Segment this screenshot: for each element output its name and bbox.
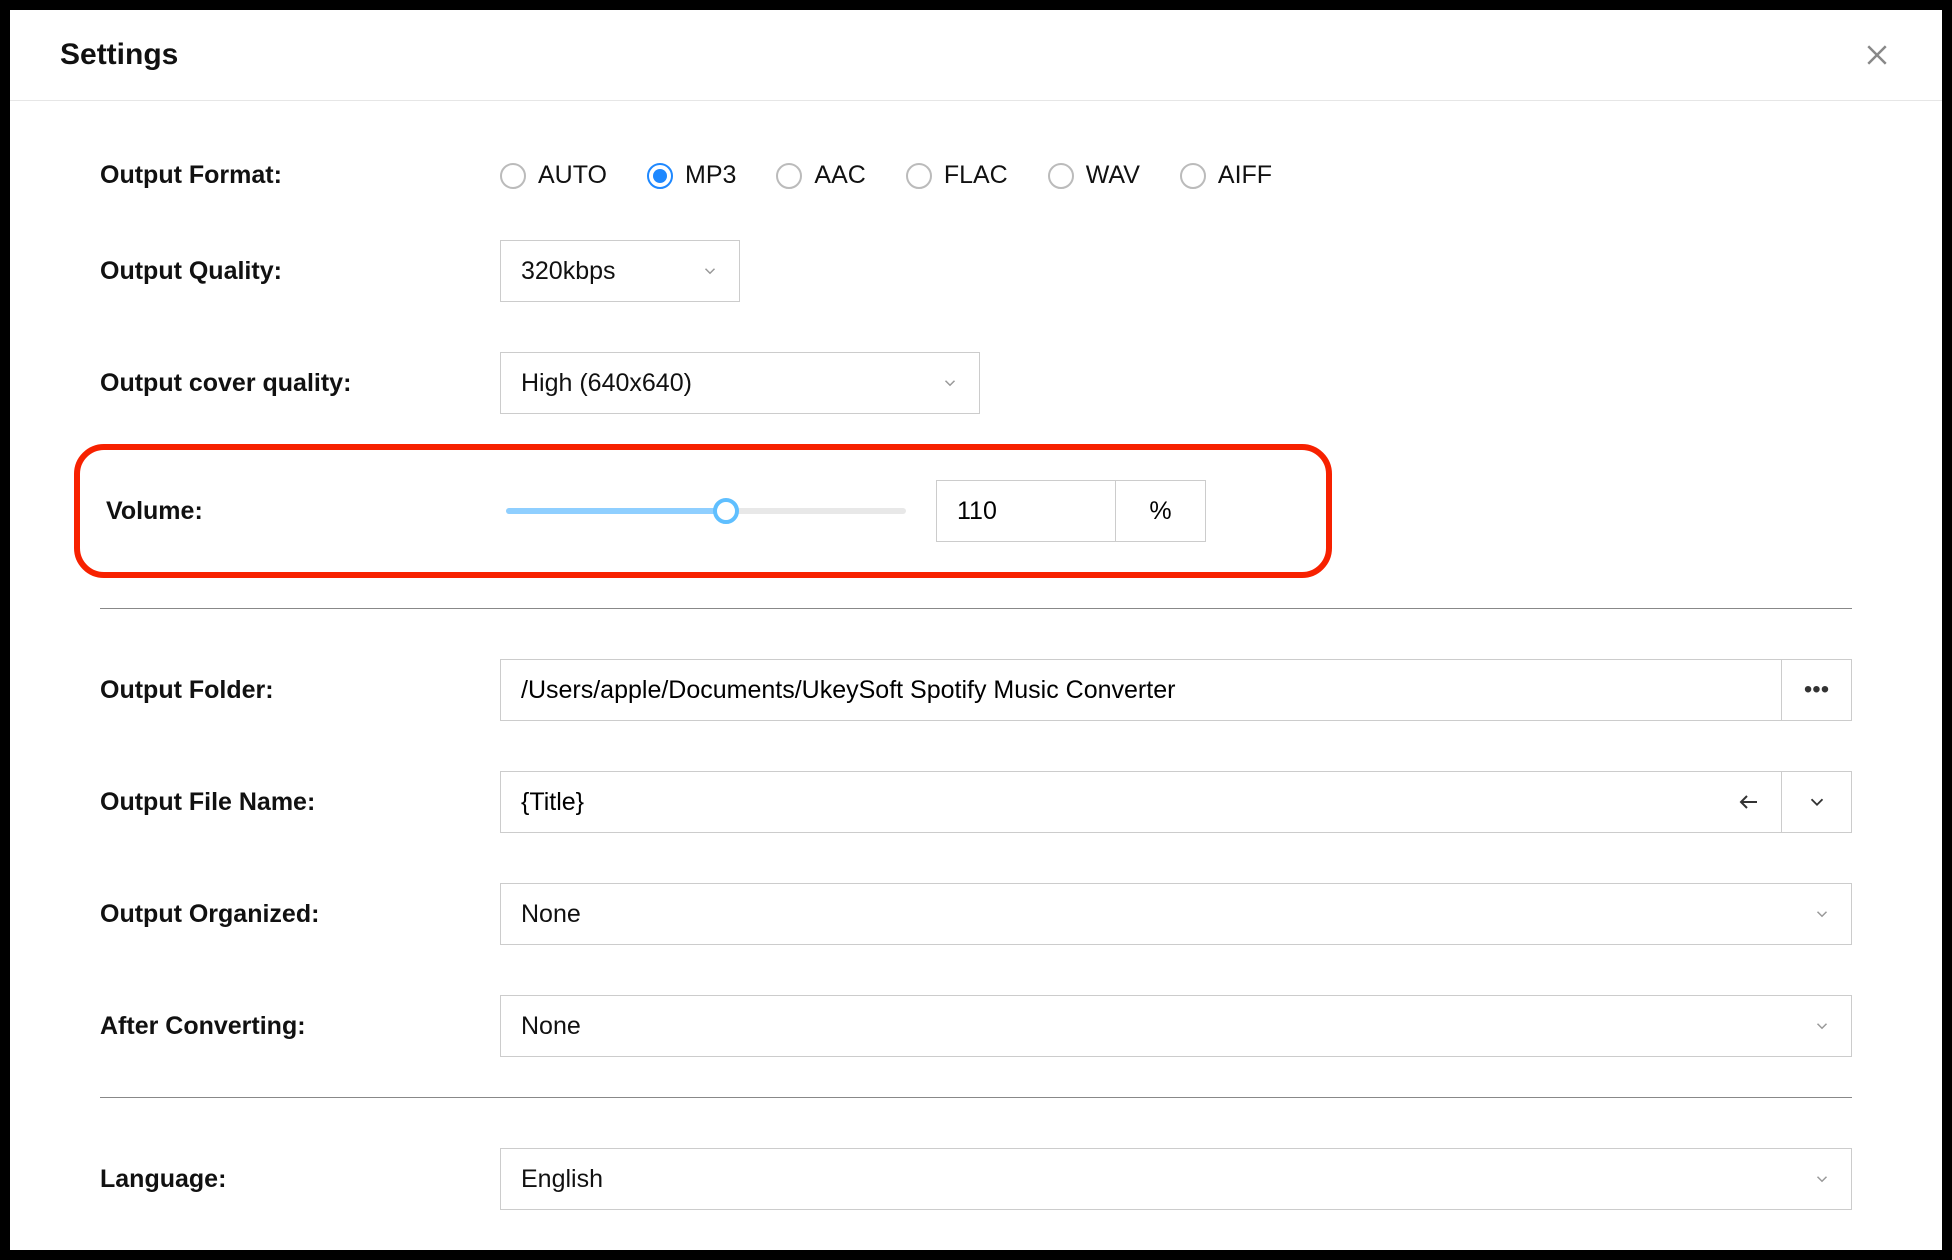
chevron-down-icon	[701, 262, 719, 280]
ellipsis-icon: •••	[1804, 676, 1829, 704]
browse-folder-button[interactable]: •••	[1782, 659, 1852, 721]
chevron-down-icon	[1806, 791, 1828, 813]
chevron-down-icon	[941, 374, 959, 392]
row-output-organized: Output Organized: None	[100, 883, 1852, 945]
radio-flac[interactable]: FLAC	[906, 161, 1008, 190]
content: Output Format: AUTO MP3 AAC FLAC	[10, 101, 1942, 1210]
radio-label: AAC	[814, 161, 865, 190]
output-filename-field[interactable]: {Title}	[500, 771, 1782, 833]
radio-wav[interactable]: WAV	[1048, 161, 1140, 190]
label-output-quality: Output Quality:	[100, 257, 500, 286]
divider	[100, 1097, 1852, 1098]
row-after-converting: After Converting: None	[100, 995, 1852, 1057]
select-after-converting[interactable]: None	[500, 995, 1852, 1057]
chevron-down-icon	[1813, 1170, 1831, 1188]
label-output-format: Output Format:	[100, 161, 500, 190]
label-volume: Volume:	[100, 497, 506, 526]
slider-thumb[interactable]	[713, 498, 739, 524]
radio-icon	[1048, 163, 1074, 189]
row-output-filename: Output File Name: {Title}	[100, 771, 1852, 833]
radio-icon	[776, 163, 802, 189]
select-value: High (640x640)	[521, 369, 692, 398]
label-after-converting: After Converting:	[100, 1012, 500, 1041]
arrow-left-icon	[1737, 790, 1761, 814]
radio-icon	[1180, 163, 1206, 189]
label-language: Language:	[100, 1165, 500, 1194]
radio-label: FLAC	[944, 161, 1008, 190]
settings-window: Settings Output Format: AUTO MP3 AAC	[0, 0, 1952, 1260]
radio-icon	[647, 163, 673, 189]
volume-slider[interactable]	[506, 508, 906, 514]
row-output-folder: Output Folder: •••	[100, 659, 1852, 721]
radio-aac[interactable]: AAC	[776, 161, 865, 190]
radio-icon	[500, 163, 526, 189]
row-output-quality: Output Quality: 320kbps	[100, 240, 1852, 302]
select-cover-quality[interactable]: High (640x640)	[500, 352, 980, 414]
volume-unit: %	[1116, 480, 1206, 542]
label-output-organized: Output Organized:	[100, 900, 500, 929]
radio-mp3[interactable]: MP3	[647, 161, 736, 190]
select-value: None	[521, 900, 581, 929]
select-language[interactable]: English	[500, 1148, 1852, 1210]
radio-label: WAV	[1086, 161, 1140, 190]
row-output-format: Output Format: AUTO MP3 AAC FLAC	[100, 161, 1852, 190]
radio-auto[interactable]: AUTO	[500, 161, 607, 190]
label-output-filename: Output File Name:	[100, 788, 500, 817]
format-radio-group: AUTO MP3 AAC FLAC WAV	[500, 161, 1852, 190]
radio-label: AIFF	[1218, 161, 1272, 190]
label-cover-quality: Output cover quality:	[100, 369, 500, 398]
label-output-folder: Output Folder:	[100, 676, 500, 705]
radio-label: AUTO	[538, 161, 607, 190]
radio-icon	[906, 163, 932, 189]
divider	[100, 608, 1852, 609]
select-output-organized[interactable]: None	[500, 883, 1852, 945]
output-folder-input[interactable]	[500, 659, 1782, 721]
slider-fill	[506, 508, 726, 514]
select-value: 320kbps	[521, 257, 616, 286]
chevron-down-icon	[1813, 905, 1831, 923]
select-value: English	[521, 1165, 603, 1194]
filename-value: {Title}	[521, 788, 1737, 817]
volume-input[interactable]	[936, 480, 1116, 542]
radio-aiff[interactable]: AIFF	[1180, 161, 1272, 190]
close-icon[interactable]	[1862, 40, 1892, 70]
header: Settings	[10, 10, 1942, 101]
chevron-down-icon	[1813, 1017, 1831, 1035]
radio-label: MP3	[685, 161, 736, 190]
row-language: Language: English	[100, 1148, 1852, 1210]
row-cover-quality: Output cover quality: High (640x640)	[100, 352, 1852, 414]
row-volume-highlight: Volume: %	[74, 444, 1332, 578]
page-title: Settings	[60, 38, 178, 72]
select-value: None	[521, 1012, 581, 1041]
filename-options-button[interactable]	[1782, 771, 1852, 833]
select-output-quality[interactable]: 320kbps	[500, 240, 740, 302]
